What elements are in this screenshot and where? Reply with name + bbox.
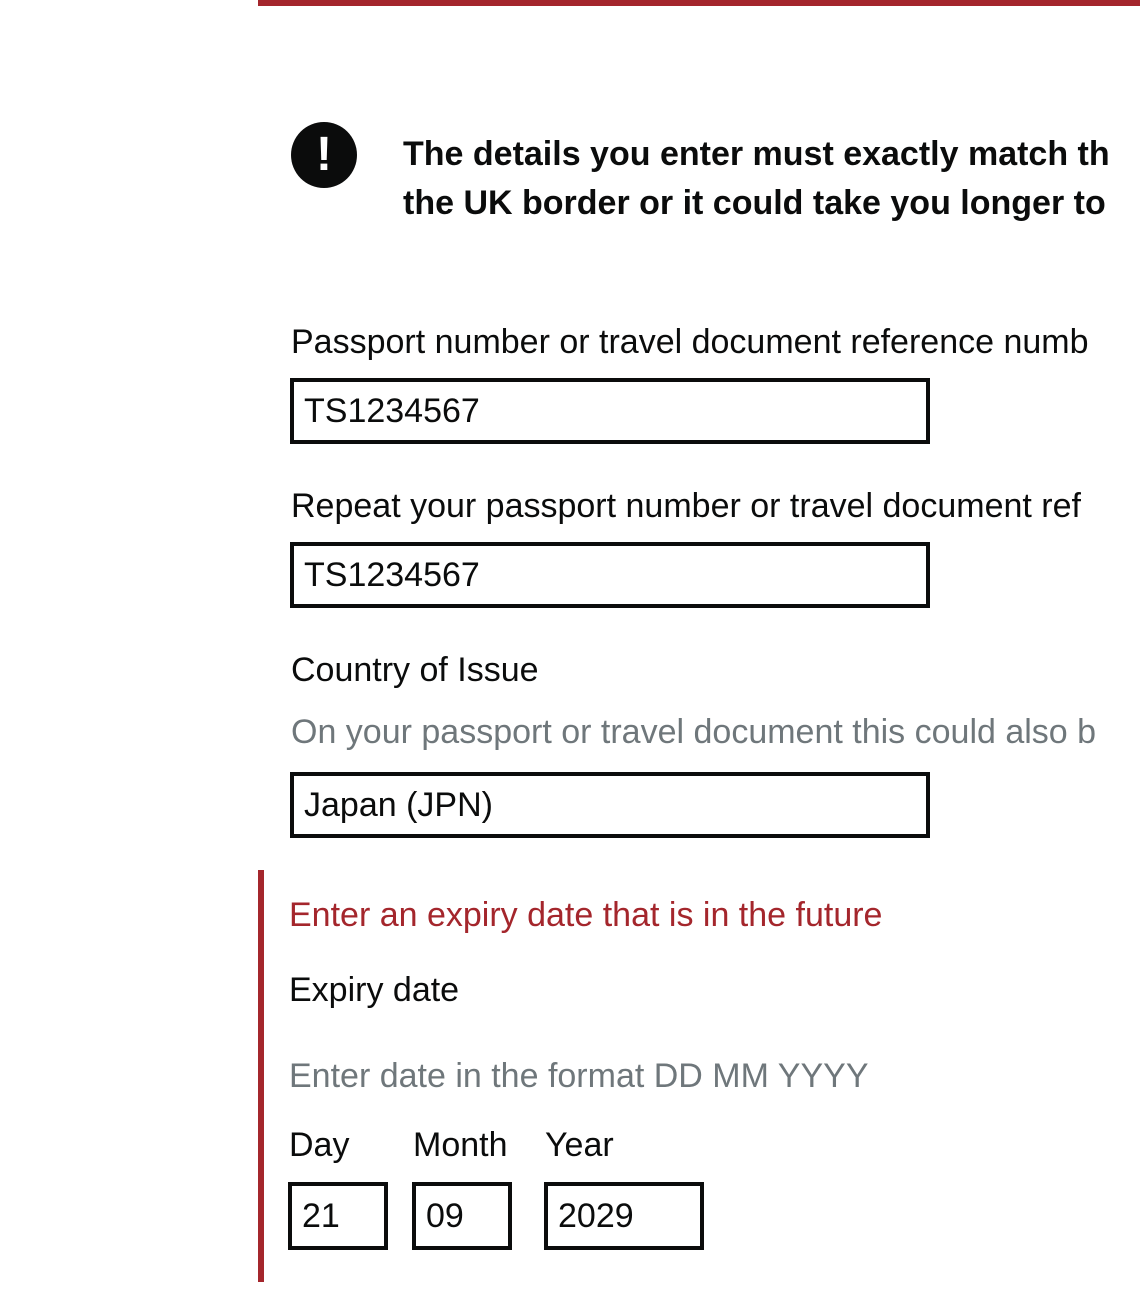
expiry-month-input[interactable] <box>412 1182 512 1250</box>
passport-number-input[interactable] <box>290 378 930 444</box>
country-of-issue-input[interactable] <box>290 772 930 838</box>
expiry-date-label: Expiry date <box>289 971 460 1009</box>
warning-text-line-2: the UK border or it could take you longe… <box>403 184 1106 222</box>
passport-details-form: ! The details you enter must exactly mat… <box>0 0 1140 1302</box>
expiry-date-hint: Enter date in the format DD MM YYYY <box>289 1057 869 1095</box>
expiry-day-input[interactable] <box>288 1182 388 1250</box>
expiry-year-input[interactable] <box>544 1182 704 1250</box>
country-of-issue-hint: On your passport or travel document this… <box>291 713 1097 751</box>
expiry-date-error-bar <box>258 870 264 1282</box>
expiry-date-error-message: Enter an expiry date that is in the futu… <box>289 896 883 934</box>
passport-number-label: Passport number or travel document refer… <box>291 323 1089 361</box>
warning-text: The details you enter must exactly match… <box>403 130 1140 228</box>
country-of-issue-label: Country of Issue <box>291 651 539 689</box>
year-label: Year <box>545 1126 614 1164</box>
error-summary-border <box>258 0 1140 6</box>
exclamation-icon: ! <box>291 122 357 188</box>
month-label: Month <box>413 1126 508 1164</box>
warning-text-line-1: The details you enter must exactly match… <box>403 135 1110 173</box>
repeat-passport-number-label: Repeat your passport number or travel do… <box>291 487 1081 525</box>
day-label: Day <box>289 1126 350 1164</box>
repeat-passport-number-input[interactable] <box>290 542 930 608</box>
